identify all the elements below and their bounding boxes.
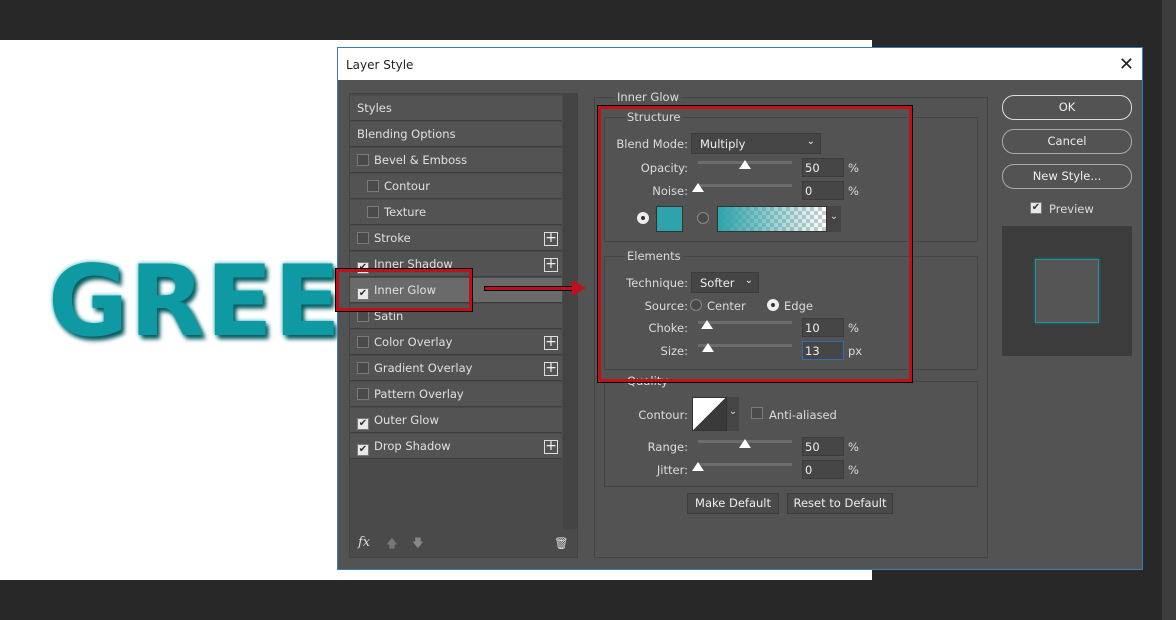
style-item-label: Blending Options — [357, 127, 456, 141]
dialog-title: Layer Style — [346, 58, 414, 72]
new-style-button[interactable]: New Style... — [1002, 164, 1132, 189]
move-up-icon[interactable]: 🡅 — [386, 536, 398, 555]
reset-to-default-button[interactable]: Reset to Default — [787, 493, 893, 514]
style-item-label: Texture — [384, 205, 427, 219]
range-label: Range: — [647, 440, 688, 454]
annotation-arrow — [484, 286, 574, 291]
style-item[interactable]: Contour — [350, 174, 562, 199]
checkbox[interactable] — [367, 206, 379, 218]
style-item-label: Color Overlay — [374, 335, 453, 349]
checkbox[interactable] — [367, 180, 379, 192]
style-item-label: Pattern Overlay — [374, 387, 464, 401]
ok-button[interactable]: OK — [1002, 95, 1132, 120]
slider-thumb[interactable] — [739, 439, 751, 448]
style-item[interactable]: Pattern Overlay — [350, 382, 562, 407]
checkbox[interactable]: ✔ — [357, 418, 369, 430]
style-item-label: Contour — [384, 179, 430, 193]
style-item-label: Outer Glow — [374, 413, 439, 427]
contour-label: Contour: — [638, 408, 688, 422]
checkbox[interactable] — [357, 154, 369, 166]
styles-list: Styles Blending Options Bevel & Emboss Cont… — [349, 93, 578, 558]
style-item[interactable]: Styles — [350, 96, 562, 121]
slider-thumb[interactable] — [692, 462, 704, 471]
style-item[interactable]: Bevel & Emboss — [350, 148, 562, 173]
plus-icon[interactable]: + — [544, 335, 558, 350]
plus-icon[interactable]: + — [544, 361, 558, 376]
style-item[interactable]: Gradient Overlay + — [350, 356, 562, 381]
contour-picker[interactable] — [692, 397, 727, 431]
annotation-highlight-inner-glow — [335, 268, 473, 312]
preview-thumbnail — [1002, 226, 1132, 356]
contour-chevron-icon[interactable]: ⌄ — [727, 397, 739, 431]
arrow-head-icon — [572, 280, 586, 296]
cancel-button[interactable]: Cancel — [1002, 129, 1132, 154]
jitter-unit: % — [848, 463, 859, 477]
style-item[interactable]: Texture — [350, 200, 562, 225]
checkbox[interactable] — [357, 362, 369, 374]
checkbox[interactable] — [357, 310, 369, 322]
style-item[interactable]: ✔ Drop Shadow + — [350, 434, 562, 459]
style-item-label: Bevel & Emboss — [374, 153, 468, 167]
checkbox[interactable]: ✔ — [357, 444, 369, 456]
annotation-highlight-settings — [597, 105, 913, 383]
range-slider[interactable] — [698, 439, 792, 448]
style-item-label: Styles — [357, 101, 392, 115]
checkbox[interactable] — [357, 336, 369, 348]
right-panel-strip — [1162, 0, 1176, 620]
checkbox[interactable] — [357, 232, 369, 244]
range-unit: % — [848, 440, 859, 454]
panel-title: Inner Glow — [615, 90, 681, 104]
title-bar: Layer Style — [338, 48, 1142, 80]
anti-aliased-checkbox[interactable] — [751, 407, 763, 419]
move-down-icon[interactable]: 🡇 — [412, 536, 424, 555]
anti-aliased-label: Anti-aliased — [769, 408, 837, 422]
trash-icon[interactable]: 🗑 — [554, 536, 569, 550]
style-item[interactable]: Blending Options — [350, 122, 562, 147]
plus-icon[interactable]: + — [544, 231, 558, 246]
close-icon[interactable]: ✕ — [1119, 54, 1134, 75]
style-item-label: Gradient Overlay — [374, 361, 473, 375]
checkbox[interactable] — [357, 388, 369, 400]
plus-icon[interactable]: + — [544, 257, 558, 272]
preview-label: Preview — [1049, 202, 1094, 216]
style-item[interactable]: ✔ Outer Glow — [350, 408, 562, 433]
fx-button[interactable]: fx — [358, 535, 370, 550]
preview-checkbox[interactable]: ✔ — [1030, 202, 1042, 214]
style-item[interactable]: Color Overlay + — [350, 330, 562, 355]
style-item[interactable]: Stroke + — [350, 226, 562, 251]
style-item-label: Stroke — [374, 231, 411, 245]
jitter-slider[interactable] — [692, 462, 792, 471]
plus-icon[interactable]: + — [544, 439, 558, 454]
styles-list-footer: fx 🡅 🡇 🗑 — [350, 532, 569, 558]
styles-list-scrollbar[interactable] — [563, 94, 578, 529]
style-item-label: Drop Shadow — [374, 439, 451, 453]
style-item-label: Satin — [374, 309, 404, 323]
preview-swatch — [1035, 259, 1099, 323]
jitter-label: Jitter: — [656, 463, 688, 477]
range-input[interactable]: 50 — [802, 437, 844, 456]
make-default-button[interactable]: Make Default — [687, 493, 779, 514]
layer-style-dialog: Layer Style ✕ Styles Blending Options Beve… — [335, 47, 1143, 570]
jitter-input[interactable]: 0 — [802, 460, 844, 479]
